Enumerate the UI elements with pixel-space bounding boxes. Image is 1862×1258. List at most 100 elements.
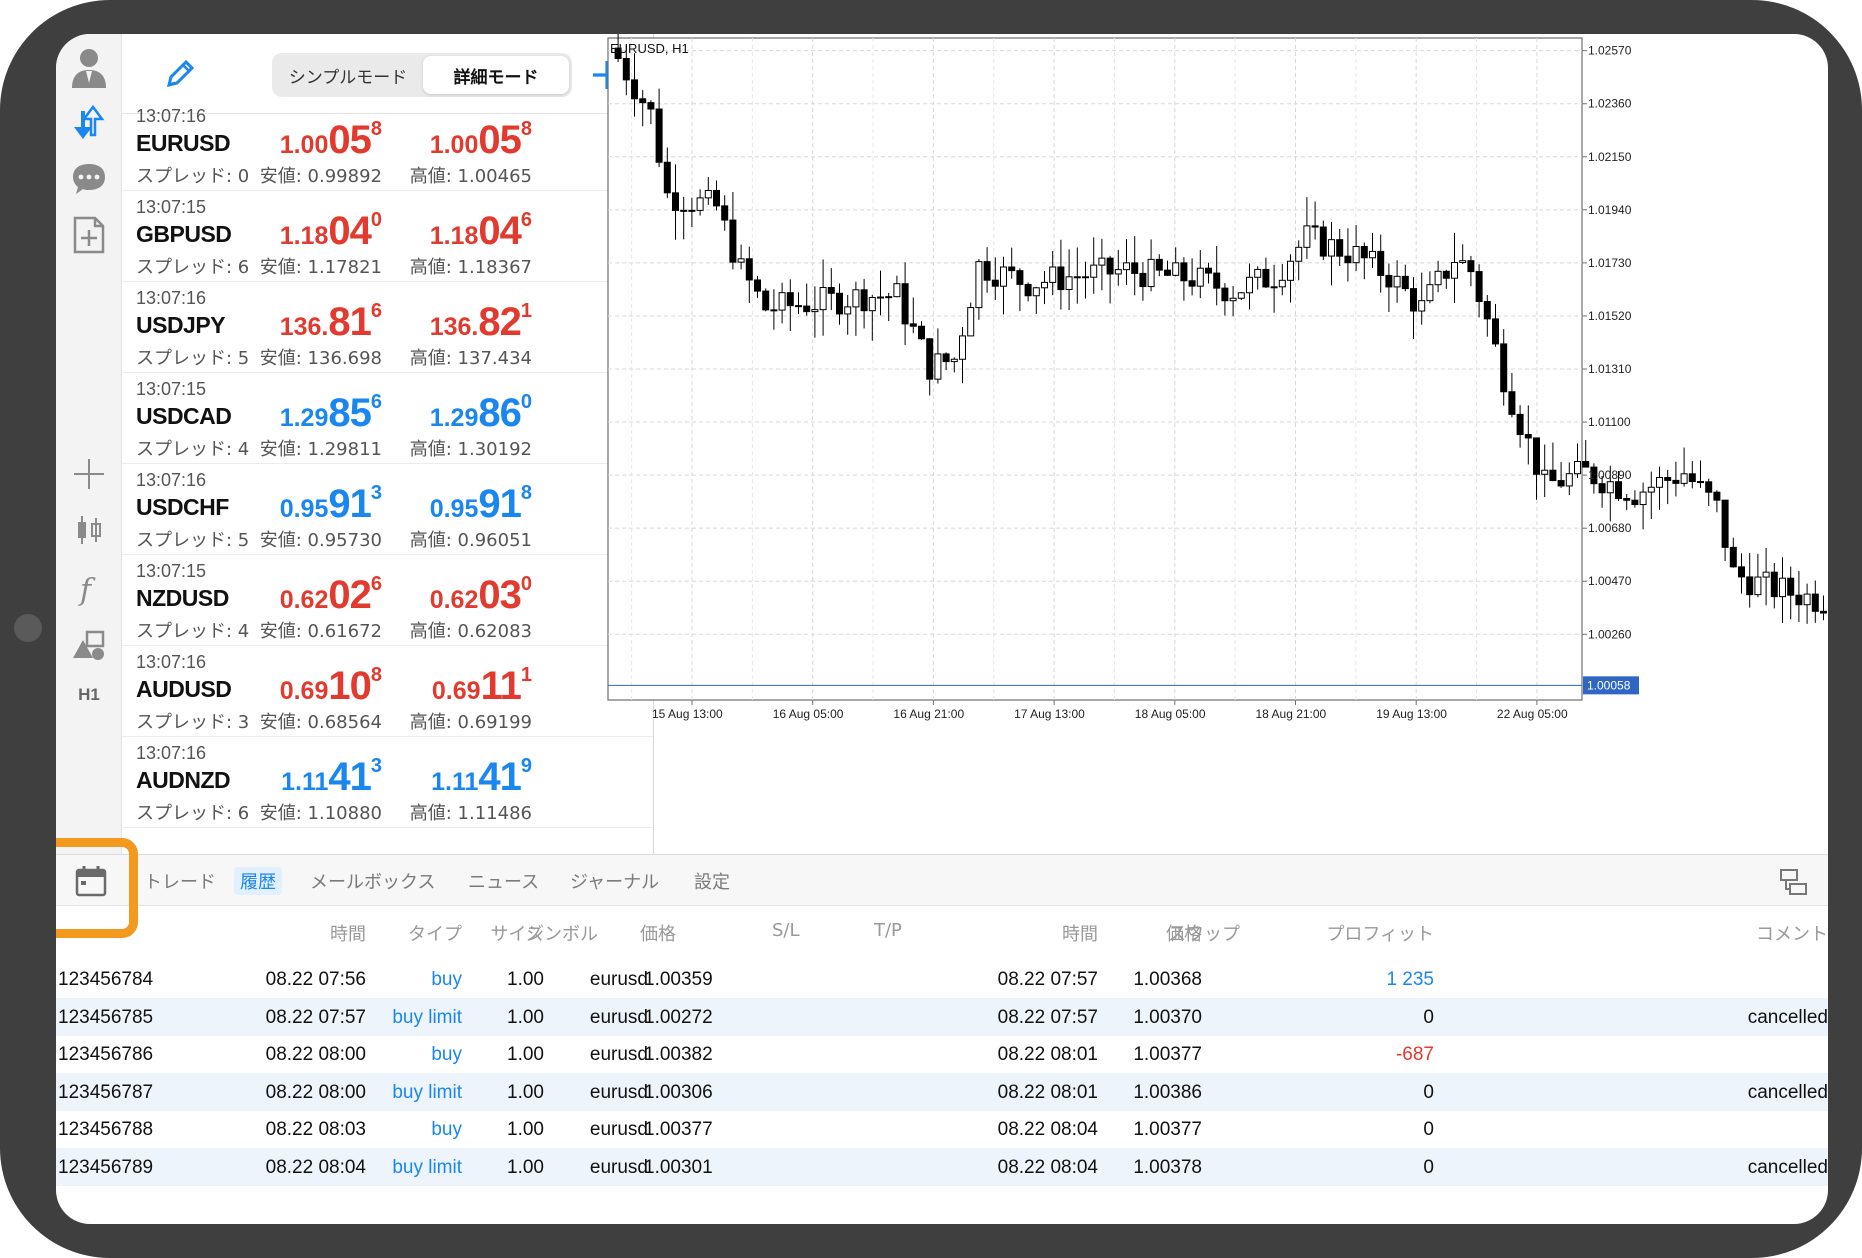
ask-price-part-b: 82 — [478, 300, 521, 344]
candle-body — [1172, 262, 1180, 276]
chat-icon[interactable] — [56, 150, 122, 208]
candle-body — [713, 189, 720, 207]
candle-body — [786, 292, 794, 307]
candle — [1811, 580, 1819, 623]
cell-open-time: 08.22 07:57 — [265, 1006, 366, 1028]
candle-body — [1295, 246, 1303, 262]
candle-body — [1820, 610, 1827, 614]
ask-price[interactable]: 0.69111 — [362, 664, 532, 709]
tab-journal[interactable]: ジャーナル — [564, 867, 665, 895]
history-row[interactable]: 123456788 08.22 08:03 buy 1.00 eurusd 1.00377… — [56, 1110, 1828, 1148]
candle-body — [1008, 266, 1016, 272]
high-price: 高値: 0.62083 — [409, 621, 532, 642]
candle-body — [1229, 297, 1237, 302]
ask-price[interactable]: 1.00058 — [362, 118, 532, 163]
candle-body — [1254, 268, 1262, 278]
ask-price[interactable]: 0.62030 — [362, 573, 532, 618]
cell-comment: cancelled — [1747, 1006, 1828, 1028]
ask-price[interactable]: 136.821 — [362, 300, 532, 345]
bid-price-part-a: 0.95 — [279, 495, 329, 523]
candle-body — [663, 161, 671, 194]
header-type: タイプ — [408, 924, 462, 945]
high-price: 高値: 0.69199 — [409, 712, 532, 733]
bid-price[interactable]: 0.69108 — [212, 664, 382, 709]
quote-time: 13:07:15 — [136, 379, 207, 399]
quote-row-usdcad[interactable]: 13:07:15 USDCAD スプレッド: 4 1.29856 1.29860 安値: … — [122, 373, 653, 464]
quote-row-audusd[interactable]: 13:07:16 AUDUSD スプレッド: 3 0.69108 0.69111 安値: … — [122, 646, 653, 737]
cell-size: 1.00 — [507, 1006, 544, 1028]
candle — [967, 302, 975, 337]
bid-price[interactable]: 1.00058 — [212, 118, 382, 163]
new-order-icon[interactable] — [56, 206, 122, 264]
bid-price[interactable]: 1.11413 — [212, 755, 382, 800]
bid-price[interactable]: 136.816 — [212, 300, 382, 345]
x-axis: 15 Aug 13:00 16 Aug 05:00 16 Aug 21:00 17 A… — [652, 700, 1568, 721]
candle — [1738, 553, 1745, 594]
quote-row-gbpusd[interactable]: 13:07:15 GBPUSD スプレッド: 6 1.18040 1.18046 安値: … — [122, 191, 653, 282]
candle-body — [1352, 245, 1360, 264]
candle-body — [1377, 250, 1385, 276]
quote-row-usdchf[interactable]: 13:07:16 USDCHF スプレッド: 5 0.95913 0.95918 安値: … — [122, 464, 653, 555]
trade-arrows-icon[interactable] — [56, 94, 122, 152]
candle-body — [1754, 576, 1762, 596]
cell-profit: 0 — [1423, 1119, 1434, 1141]
bid-price[interactable]: 0.62026 — [212, 573, 382, 618]
tab-news[interactable]: ニュース — [462, 867, 545, 895]
cell-open-price: 1.00306 — [644, 1081, 713, 1103]
candle-body — [1746, 576, 1754, 596]
candle-body — [770, 309, 778, 312]
candle-body — [1779, 577, 1786, 598]
quote-row-nzdusd[interactable]: 13:07:15 NZDUSD スプレッド: 4 0.62026 0.62030 安値: … — [122, 555, 653, 646]
quote-row-eurusd[interactable]: 13:07:16 EURUSD スプレッド: 0 1.00058 1.00058 安値: … — [122, 100, 653, 191]
candle-body — [1319, 226, 1327, 257]
account-icon[interactable] — [56, 38, 122, 96]
ask-price[interactable]: 1.29860 — [362, 391, 532, 436]
bid-price-part-a: 1.11 — [281, 768, 329, 796]
quote-row-usdjpy[interactable]: 13:07:16 USDJPY スプレッド: 5 136.816 136.821 安値: … — [122, 282, 653, 373]
simple-mode-tab[interactable]: シンプルモード — [275, 56, 421, 94]
history-row[interactable]: 123456785 08.22 07:57 buy limit 1.00 eurusd 1… — [56, 997, 1828, 1036]
candle-body — [1262, 268, 1270, 288]
cell-open-price: 1.00301 — [644, 1157, 713, 1178]
tab-trade[interactable]: トレード — [138, 867, 222, 895]
candle-body — [1303, 225, 1311, 248]
candle-body — [1180, 262, 1188, 282]
edit-pencil-icon[interactable] — [162, 56, 198, 92]
tab-mailbox[interactable]: メールボックス — [304, 867, 441, 895]
candle-body — [1090, 264, 1098, 278]
header-comment: コメント — [1756, 924, 1828, 945]
cell-comment: cancelled — [1747, 1157, 1828, 1178]
timeframe-button[interactable]: H1 — [56, 668, 122, 722]
y-tick-label: 1.01940 — [1588, 203, 1632, 217]
ask-price-part-c: 0 — [520, 391, 532, 413]
candle-body — [1442, 270, 1450, 279]
history-row[interactable]: 123456784 08.22 07:56 buy 1.00 eurusd 1.00359… — [56, 960, 1828, 998]
bid-price[interactable]: 1.29856 — [212, 391, 382, 436]
candle-body — [1557, 480, 1565, 487]
detailed-mode-tab[interactable]: 詳細モード — [423, 56, 569, 94]
price-chart[interactable]: 1.02570 1.02360 1.02150 1.01940 1.01730 1.015… — [602, 34, 1828, 854]
ask-price-part-b: 41 — [478, 755, 521, 799]
bid-price[interactable]: 1.18040 — [212, 209, 382, 254]
cell-open-time: 08.22 08:04 — [265, 1157, 366, 1178]
history-row[interactable]: 123456787 08.22 08:00 buy limit 1.00 eurusd 1… — [56, 1072, 1828, 1111]
ask-price[interactable]: 0.95918 — [362, 482, 532, 527]
history-row[interactable]: 123456789 08.22 08:04 buy limit 1.00 eurusd 1… — [56, 1148, 1828, 1186]
cell-symbol: eurusd — [589, 1006, 648, 1028]
ask-price[interactable]: 1.18046 — [362, 209, 532, 254]
chart-type-candles-icon[interactable] — [56, 500, 122, 560]
crosshair-icon[interactable] — [56, 448, 122, 500]
objects-icon[interactable] — [56, 616, 122, 674]
candle-body — [1360, 245, 1368, 259]
quote-row-audnzd[interactable]: 13:07:16 AUDNZD スプレッド: 6 1.11413 1.11419 安値: … — [122, 737, 653, 828]
candle-body — [1770, 571, 1778, 598]
history-row[interactable]: 123456786 08.22 08:00 buy 1.00 eurusd 1.00382… — [56, 1035, 1828, 1073]
bid-price[interactable]: 0.95913 — [212, 482, 382, 527]
ask-price[interactable]: 1.11419 — [362, 755, 532, 800]
candle-body — [1082, 276, 1089, 279]
indicators-f-icon[interactable]: f — [56, 560, 122, 618]
tab-settings[interactable]: 設定 — [688, 867, 736, 895]
tab-history[interactable]: 履歴 — [234, 867, 282, 895]
candle — [1639, 482, 1647, 530]
layout-toggle-icon[interactable] — [1778, 867, 1810, 897]
